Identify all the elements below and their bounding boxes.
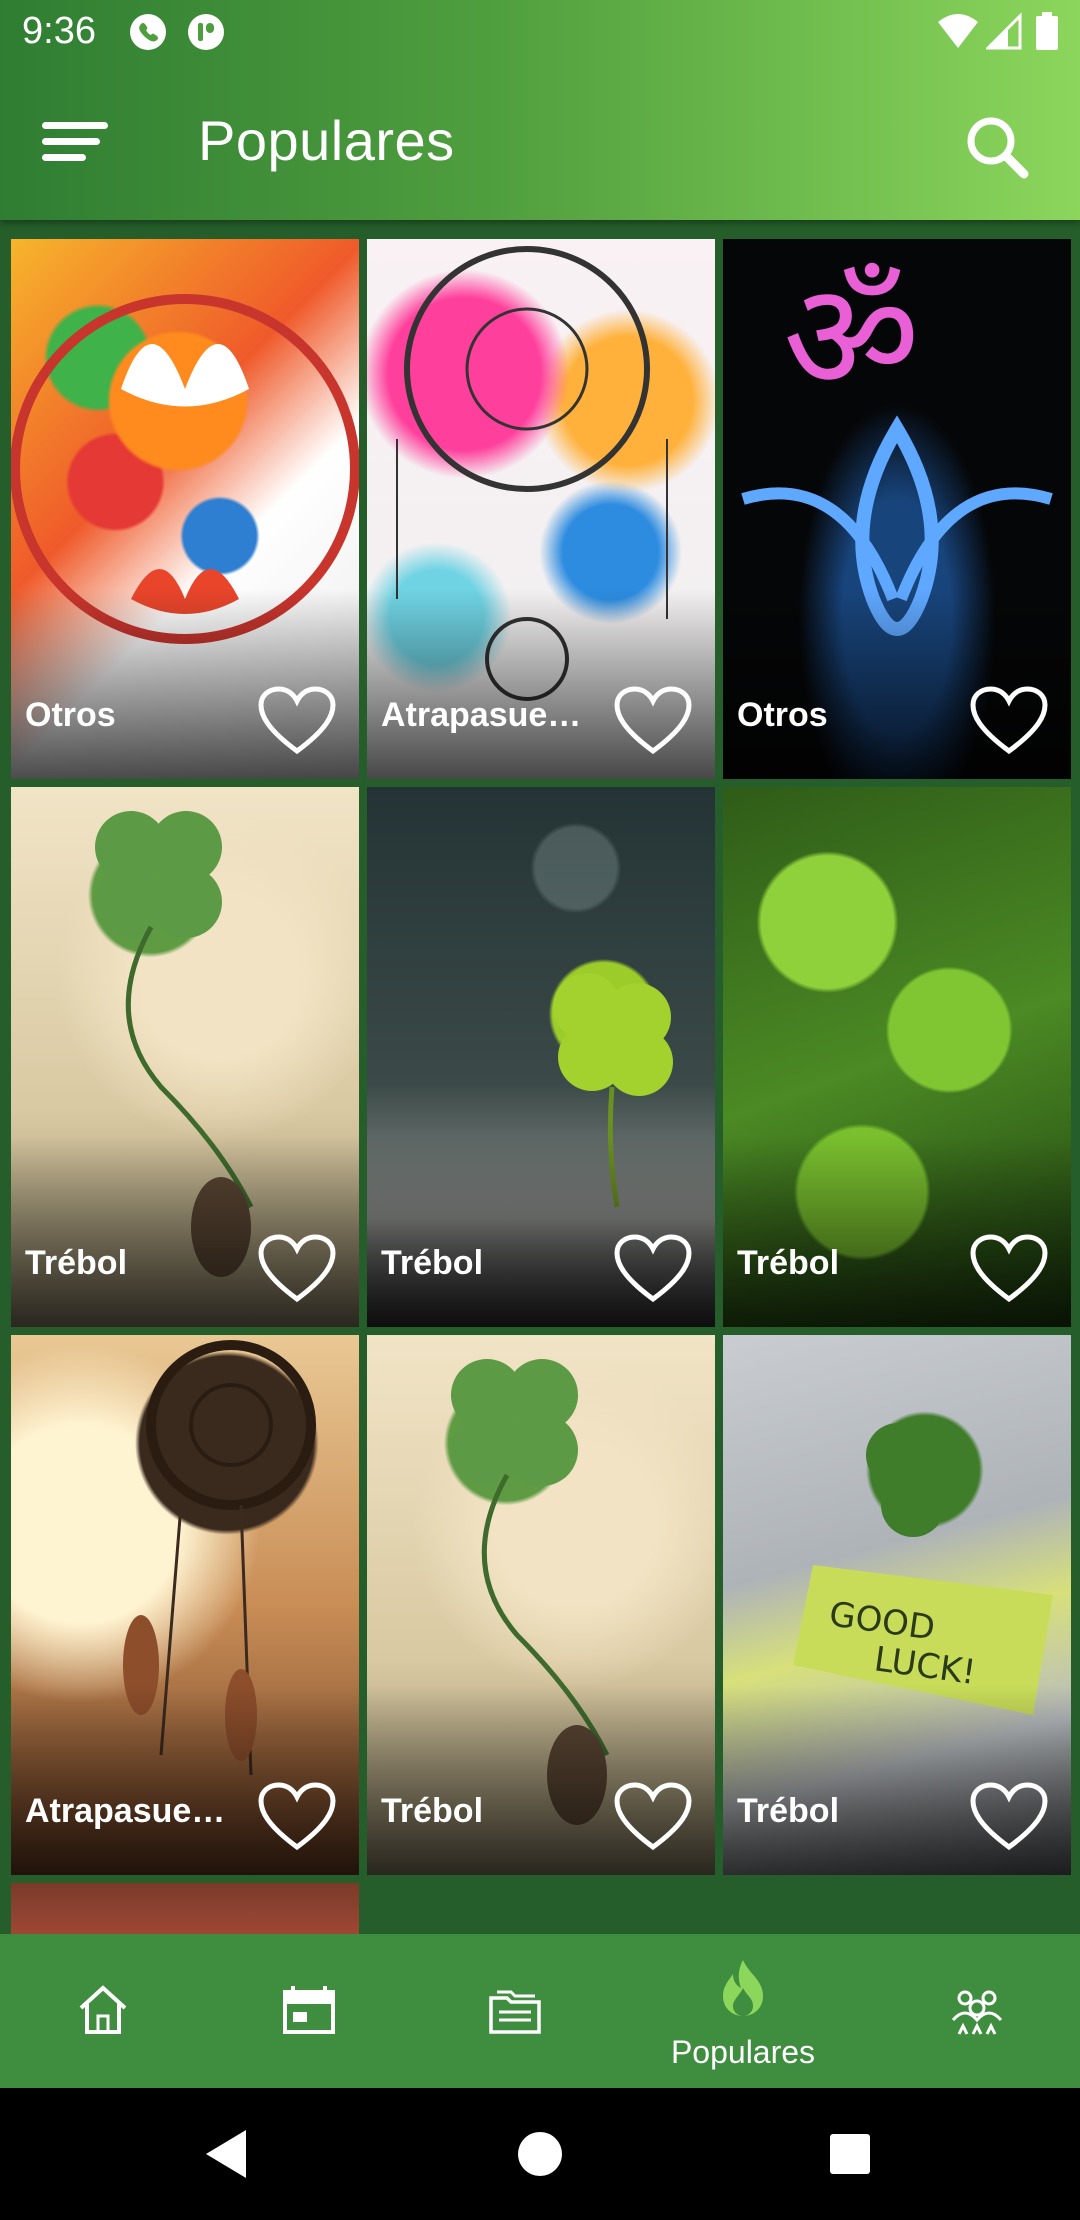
favorite-button[interactable] bbox=[257, 685, 337, 757]
tile-category-label: Atrapasue… bbox=[381, 696, 582, 734]
heart-outline-icon bbox=[614, 1782, 692, 1851]
tile-category-label: Trébol bbox=[381, 1792, 484, 1830]
wifi-icon bbox=[936, 12, 980, 57]
wallpaper-grid: Otros Atrapasue… ॐ Otros Trébol Trébol T… bbox=[0, 220, 1080, 1934]
heart-outline-icon bbox=[614, 1234, 692, 1303]
bottom-navigation: Populares bbox=[0, 1934, 1080, 2088]
svg-text:ॐ: ॐ bbox=[783, 251, 920, 425]
search-button[interactable] bbox=[958, 108, 1038, 188]
wallpaper-tile[interactable]: Trébol bbox=[367, 1335, 715, 1875]
heart-outline-icon bbox=[258, 1782, 336, 1851]
heart-outline-icon bbox=[970, 1234, 1048, 1303]
fire-icon bbox=[723, 1960, 763, 2016]
home-system-button[interactable] bbox=[508, 2122, 572, 2186]
favorite-button[interactable] bbox=[257, 1233, 337, 1305]
calendar-icon bbox=[283, 1986, 335, 2034]
page-title: Populares bbox=[198, 109, 455, 172]
top-bar: 9:36 Populares bbox=[0, 0, 1080, 220]
status-bar: 9:36 bbox=[0, 0, 1080, 66]
tile-category-label: Trébol bbox=[737, 1792, 840, 1830]
heart-outline-icon bbox=[970, 686, 1048, 755]
menu-icon-bar-1 bbox=[42, 122, 108, 129]
home-icon bbox=[79, 1985, 127, 2034]
menu-button[interactable] bbox=[28, 106, 120, 178]
tile-category-label: Otros bbox=[737, 696, 828, 734]
tile-category-label: Atrapasue… bbox=[25, 1792, 226, 1830]
battery-icon bbox=[1034, 12, 1060, 57]
signal-icon bbox=[984, 12, 1022, 57]
wallpaper-tile[interactable]: Atrapasue… bbox=[367, 239, 715, 779]
favorite-button[interactable] bbox=[613, 1233, 693, 1305]
wallpaper-tile[interactable]: Otros bbox=[11, 239, 359, 779]
favorite-button[interactable] bbox=[969, 1781, 1049, 1853]
back-icon bbox=[206, 2130, 246, 2178]
nav-item-populares[interactable]: Populares bbox=[640, 1934, 846, 2088]
heart-outline-icon bbox=[258, 1234, 336, 1303]
recents-icon bbox=[830, 2134, 870, 2174]
wallpaper-thumbnail bbox=[11, 1883, 359, 1934]
phone-icon bbox=[128, 12, 168, 57]
wallpaper-tile-partial[interactable] bbox=[11, 1883, 359, 1934]
folders-icon bbox=[489, 1990, 541, 2034]
heart-outline-icon bbox=[258, 686, 336, 755]
favorite-button[interactable] bbox=[257, 1781, 337, 1853]
nav-item-group[interactable] bbox=[874, 1934, 1080, 2088]
status-time: 9:36 bbox=[22, 10, 96, 52]
wallpaper-tile[interactable]: Trébol bbox=[367, 787, 715, 1327]
favorite-button[interactable] bbox=[969, 1233, 1049, 1305]
favorite-button[interactable] bbox=[613, 1781, 693, 1853]
wallpaper-tile[interactable]: Atrapasue… bbox=[11, 1335, 359, 1875]
wallpaper-tile[interactable]: ॐ Otros bbox=[723, 239, 1071, 779]
favorite-button[interactable] bbox=[613, 685, 693, 757]
heart-outline-icon bbox=[614, 686, 692, 755]
wallpaper-tile[interactable]: Trébol bbox=[723, 787, 1071, 1327]
wallpaper-tile[interactable]: GOOD LUCK! Trébol bbox=[723, 1335, 1071, 1875]
app-bar: Populares bbox=[0, 66, 1080, 220]
nav-item-label: Populares bbox=[670, 2034, 816, 2070]
group-icon bbox=[951, 1990, 1003, 2035]
wallpaper-tile[interactable]: Trébol bbox=[11, 787, 359, 1327]
home-circle-icon bbox=[518, 2132, 562, 2176]
menu-icon-bar-2 bbox=[42, 138, 100, 145]
tile-category-label: Trébol bbox=[381, 1244, 484, 1282]
heart-outline-icon bbox=[970, 1782, 1048, 1851]
back-button[interactable] bbox=[198, 2122, 262, 2186]
nav-item-calendar[interactable] bbox=[206, 1934, 412, 2088]
recents-button[interactable] bbox=[818, 2122, 882, 2186]
nav-item-home[interactable] bbox=[0, 1934, 206, 2088]
favorite-button[interactable] bbox=[969, 685, 1049, 757]
menu-icon-bar-3 bbox=[42, 154, 86, 161]
tile-category-label: Trébol bbox=[737, 1244, 840, 1282]
system-navigation-bar bbox=[0, 2088, 1080, 2220]
app-notification-icon bbox=[186, 12, 226, 57]
nav-item-folders[interactable] bbox=[412, 1934, 618, 2088]
search-icon bbox=[967, 117, 1029, 179]
tile-category-label: Otros bbox=[25, 696, 116, 734]
tile-category-label: Trébol bbox=[25, 1244, 128, 1282]
